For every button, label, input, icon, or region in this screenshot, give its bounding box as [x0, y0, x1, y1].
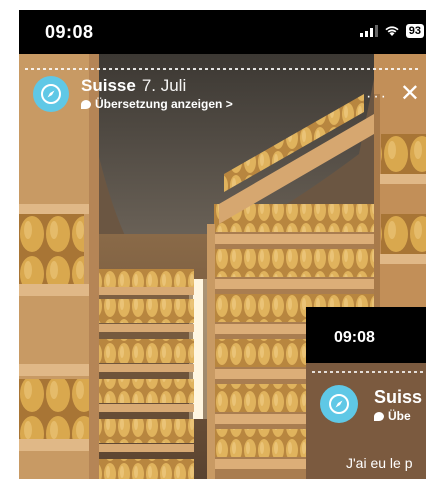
status-time: 09:08: [45, 22, 94, 42]
account-name[interactable]: Suisse: [81, 76, 136, 95]
overlay-caption: J'ai eu le p: [346, 455, 413, 471]
translate-label: Übersetzung anzeigen >: [95, 97, 233, 111]
overlay-status-time: 09:08: [334, 329, 375, 346]
overlay-avatar: [320, 385, 358, 423]
overlay-translate-icon: [374, 411, 384, 421]
story-progress-bar: [25, 68, 420, 70]
story-header: Suisse 7. Juli Übersetzung anzeigen >: [33, 76, 233, 112]
overlay-story-view: Suiss Übe J'ai eu le p: [306, 363, 426, 479]
battery-icon: 93: [405, 24, 424, 38]
overlay-translate-label: Übe: [388, 409, 411, 423]
wifi-icon: [384, 25, 400, 37]
status-bar: 09:08 93: [19, 10, 426, 54]
overlay-screenshot: 09:08 Suiss Übe J'ai eu le p: [306, 307, 426, 479]
signal-icon: [359, 25, 378, 37]
avatar[interactable]: [33, 76, 69, 112]
more-options-icon[interactable]: ···: [366, 88, 388, 106]
translate-link[interactable]: Übersetzung anzeigen >: [81, 97, 233, 111]
story-title-row: Suisse 7. Juli: [81, 76, 233, 96]
overlay-compass-icon: [329, 394, 349, 414]
close-icon[interactable]: ✕: [400, 82, 420, 106]
overlay-translate-link: Übe: [374, 409, 411, 423]
translate-icon: [81, 99, 91, 109]
story-date: 7. Juli: [141, 76, 187, 95]
overlay-progress-bar: [312, 371, 426, 373]
overlay-account-name: Suiss: [374, 387, 423, 407]
story-meta: Suisse 7. Juli Übersetzung anzeigen >: [81, 76, 233, 111]
status-icons: 93: [359, 24, 424, 38]
compass-icon: [41, 84, 61, 104]
